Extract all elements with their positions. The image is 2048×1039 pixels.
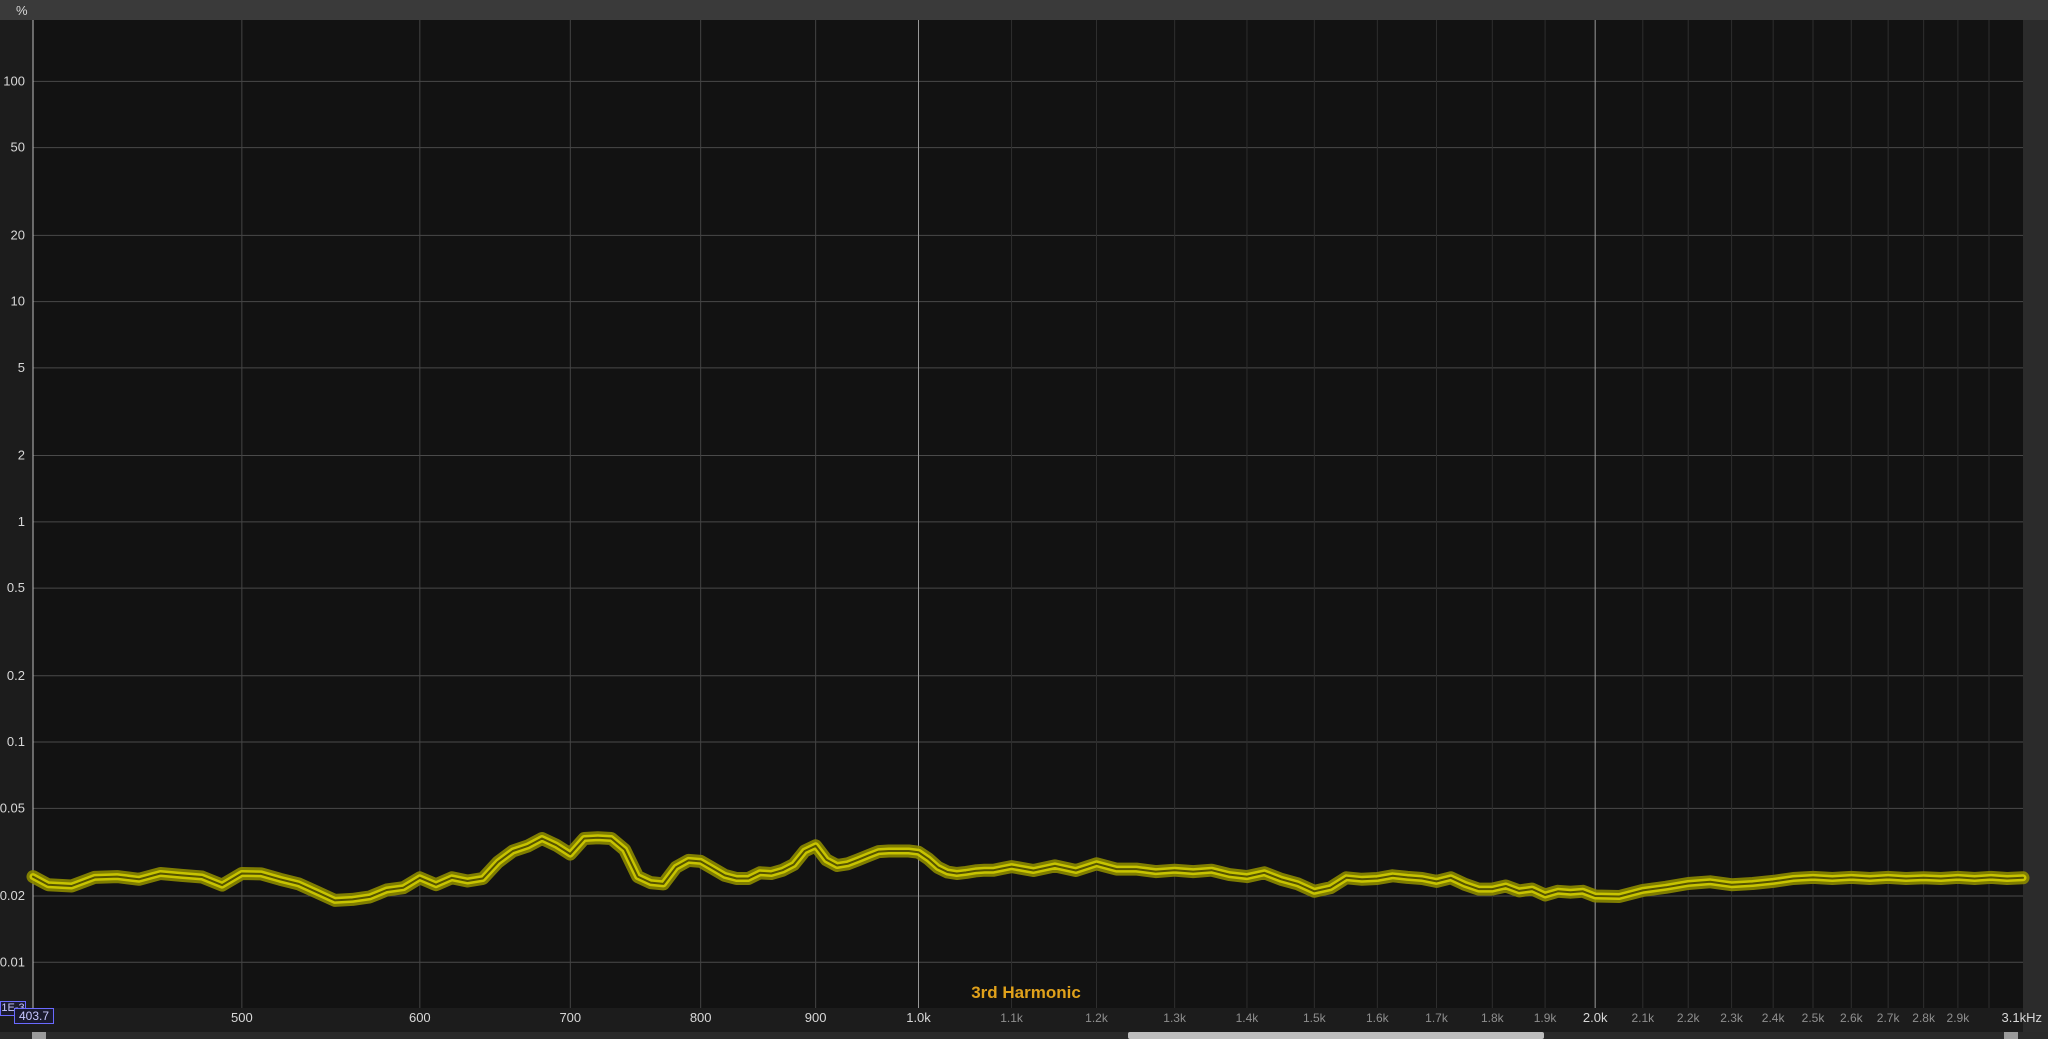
y-tick-label: 1 [18, 514, 25, 529]
x-tick-label-minor: 2.9k [1947, 1011, 1971, 1025]
x-tick-label-major: 2.0k [1583, 1010, 1608, 1025]
x-tick-label-minor: 2.3k [1720, 1011, 1744, 1025]
y-tick-labels: 100 50 20 10 5 2 1 0.5 0.2 0.1 0.05 0.02 0.01 [0, 73, 25, 969]
x-tick-label-minor: 1.6k [1366, 1011, 1390, 1025]
y-tick-label: 0.01 [0, 954, 25, 969]
x-tick-label-minor: 2.5k [1802, 1011, 1826, 1025]
x-tick-label-minor: 1.2k [1085, 1011, 1109, 1025]
series-label-3rd-harmonic: 3rd Harmonic [971, 983, 1081, 1002]
y-tick-label: 0.5 [7, 580, 25, 595]
x-tick-label-minor: 1.8k [1481, 1011, 1505, 1025]
series-lines [26, 831, 2030, 907]
y-tick-label: 10 [11, 294, 25, 309]
x-tick-label-minor: 2.8k [1912, 1011, 1936, 1025]
grid-lines [32, 20, 2023, 1008]
y-tick-label: 5 [18, 360, 25, 375]
analyzer-window: 100 50 20 10 5 2 1 0.5 0.2 0.1 0.05 0.02 0.01 500 600… [0, 0, 2048, 1039]
y-tick-label: 0.2 [7, 668, 25, 683]
x-tick-label-major: 600 [409, 1010, 431, 1025]
start-frequency-box[interactable]: 403.7 [14, 1008, 54, 1024]
x-tick-label-minor: 2.2k [1677, 1011, 1701, 1025]
x-tick-labels: 500 600 700 800 900 1.0k 2.0k 1.1k 1.2k 1.3k 1.4k 1… [231, 1010, 1970, 1025]
y-tick-label: 50 [11, 140, 25, 155]
x-tick-label-major: 800 [690, 1010, 712, 1025]
x-tick-label-minor: 2.7k [1877, 1011, 1901, 1025]
x-tick-label-major: 700 [559, 1010, 581, 1025]
y-tick-label: 0.05 [0, 800, 25, 815]
y-tick-label: 0.02 [0, 888, 25, 903]
y-tick-label: 0.1 [7, 734, 25, 749]
x-tick-label-minor: 2.1k [1631, 1011, 1655, 1025]
chart-svg: 100 50 20 10 5 2 1 0.5 0.2 0.1 0.05 0.02 0.01 500 600… [0, 3, 2042, 1025]
x-tick-label-minor: 1.4k [1236, 1011, 1260, 1025]
x-tick-label-major: 1.0k [906, 1010, 931, 1025]
y-tick-label: 100 [3, 73, 25, 88]
x-tick-label-minor: 1.9k [1534, 1011, 1558, 1025]
x-tick-label-minor: 1.7k [1425, 1011, 1449, 1025]
y-tick-label: 2 [18, 448, 25, 463]
x-tick-label-major: 500 [231, 1010, 253, 1025]
y-axis-unit: % [16, 3, 28, 18]
x-tick-label-minor: 1.5k [1303, 1011, 1327, 1025]
x-tick-label-major: 900 [805, 1010, 827, 1025]
series-line-core [32, 836, 2024, 902]
x-tick-label-minor: 2.4k [1762, 1011, 1786, 1025]
x-tick-label-minor: 1.1k [1000, 1011, 1024, 1025]
x-tick-label-minor: 1.3k [1163, 1011, 1187, 1025]
x-axis-end-label: 3.1kHz [2002, 1010, 2042, 1025]
x-tick-label-minor: 2.6k [1840, 1011, 1864, 1025]
y-tick-label: 20 [11, 227, 25, 242]
